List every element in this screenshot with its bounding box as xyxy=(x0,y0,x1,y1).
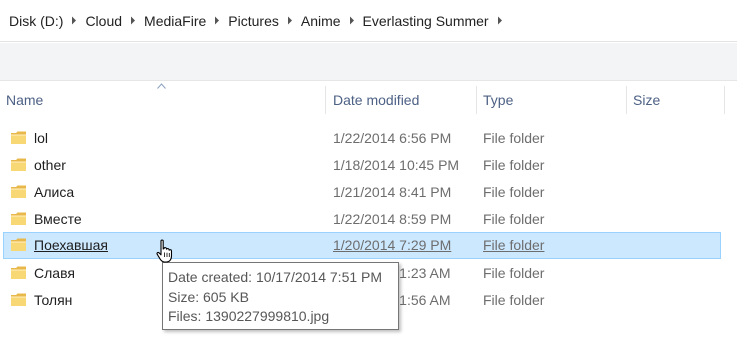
sort-up-icon xyxy=(157,83,166,89)
chevron-right-icon[interactable] xyxy=(66,9,82,33)
file-type: File folder xyxy=(483,157,545,173)
breadcrumb-label[interactable]: Anime xyxy=(298,13,344,29)
breadcrumb-anime[interactable]: Anime xyxy=(298,9,360,33)
column-divider[interactable] xyxy=(724,86,725,114)
file-type: File folder xyxy=(483,130,545,146)
chevron-right-icon[interactable] xyxy=(492,9,508,33)
file-name: Вместе xyxy=(34,211,82,227)
breadcrumb-mediafire[interactable]: MediaFire xyxy=(141,9,225,33)
date-modified: 1/22/2014 6:56 PM xyxy=(333,130,452,146)
folder-icon xyxy=(11,212,26,225)
column-header-label: Name xyxy=(6,92,44,108)
date-modified: 1/21/2014 8:41 PM xyxy=(333,184,452,200)
info-tooltip: Date created: 10/17/2014 7:51 PM Size: 6… xyxy=(162,262,399,330)
column-divider[interactable] xyxy=(325,86,326,114)
date-modified: 1/20/2014 7:29 PM xyxy=(333,237,452,253)
file-type: File folder xyxy=(483,211,545,227)
folder-icon xyxy=(11,266,26,279)
column-header-type[interactable]: Type xyxy=(477,84,625,114)
file-name: Толян xyxy=(34,292,73,308)
folder-icon xyxy=(11,293,26,306)
breadcrumb-label[interactable]: Pictures xyxy=(225,13,282,29)
breadcrumb-pictures[interactable]: Pictures xyxy=(225,9,298,33)
file-name: lol xyxy=(34,130,49,146)
chevron-right-icon[interactable] xyxy=(125,9,141,33)
breadcrumb-label[interactable]: Disk (D:) xyxy=(6,13,66,29)
list-item[interactable]: lol 1/22/2014 6:56 PM File folder xyxy=(3,125,721,152)
tooltip-files: Files: 1390227999810.jpg xyxy=(168,308,330,324)
tooltip-date-created: Date created: 10/17/2014 7:51 PM xyxy=(168,269,383,285)
chevron-right-icon[interactable] xyxy=(282,9,298,33)
folder-icon xyxy=(11,158,26,171)
hand-pointer-icon xyxy=(156,239,173,263)
file-type: File folder xyxy=(483,292,545,308)
column-header-label: Type xyxy=(483,92,514,108)
file-name: Алиса xyxy=(34,184,75,200)
folder-icon xyxy=(11,238,26,251)
chevron-right-icon[interactable] xyxy=(209,9,225,33)
file-type: File folder xyxy=(483,237,545,253)
tooltip-size: Size: 605 KB xyxy=(168,288,249,305)
address-bar[interactable]: Disk (D:) Cloud MediaFire Pictures Anime… xyxy=(0,0,737,42)
breadcrumb-label[interactable]: Cloud xyxy=(82,13,125,29)
date-modified: 1/22/2014 8:59 PM xyxy=(333,211,452,227)
column-header-size[interactable]: Size xyxy=(627,84,723,114)
breadcrumb-everlasting-summer[interactable]: Everlasting Summer xyxy=(360,9,508,33)
toolbar xyxy=(0,43,737,81)
breadcrumb-label[interactable]: MediaFire xyxy=(141,13,209,29)
date-modified: 1/18/2014 10:45 PM xyxy=(333,157,460,173)
breadcrumb-label[interactable]: Everlasting Summer xyxy=(360,13,492,29)
list-item[interactable]: Вместе 1/22/2014 8:59 PM File folder xyxy=(3,206,721,233)
file-name: other xyxy=(34,157,66,173)
column-headers: Name Date modified Type Size xyxy=(0,84,737,114)
breadcrumb-disk[interactable]: Disk (D:) xyxy=(6,9,82,33)
file-type: File folder xyxy=(483,265,545,281)
file-name: Славя xyxy=(34,265,75,281)
breadcrumb-cloud[interactable]: Cloud xyxy=(82,9,141,33)
list-item[interactable]: Алиса 1/21/2014 8:41 PM File folder xyxy=(3,179,721,206)
file-name: Поехавшая xyxy=(34,237,108,253)
column-header-label: Size xyxy=(633,92,661,108)
file-type: File folder xyxy=(483,184,545,200)
list-item-selected[interactable]: Поехавшая 1/20/2014 7:29 PM File folder xyxy=(3,232,721,259)
list-item[interactable]: other 1/18/2014 10:45 PM File folder xyxy=(3,152,721,179)
column-header-date-modified[interactable]: Date modified xyxy=(327,84,475,114)
chevron-right-icon[interactable] xyxy=(344,9,360,33)
folder-icon xyxy=(11,185,26,198)
column-header-label: Date modified xyxy=(333,92,420,108)
folder-icon xyxy=(11,131,26,144)
